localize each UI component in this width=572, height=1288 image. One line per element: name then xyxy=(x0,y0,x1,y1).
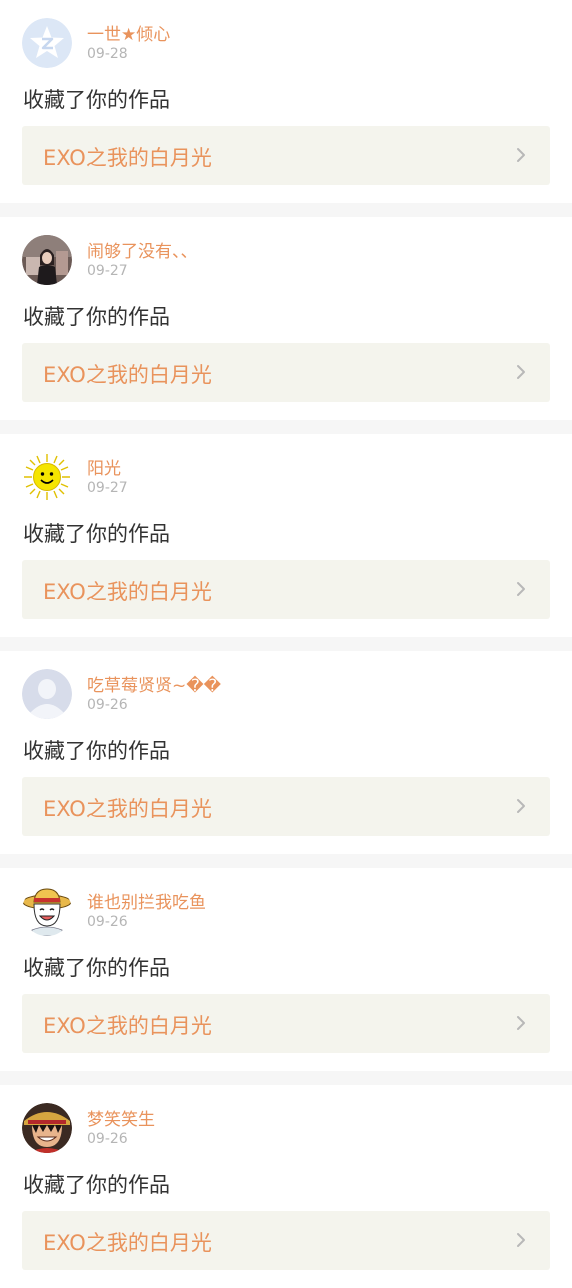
user-photo-avatar[interactable] xyxy=(22,235,72,285)
username[interactable]: 谁也别拦我吃鱼 xyxy=(87,888,206,913)
work-title: EXO之我的白月光 xyxy=(43,1231,212,1255)
qzone-star-logo-icon[interactable] xyxy=(22,18,72,68)
timestamp: 09-27 xyxy=(87,263,128,279)
notification-card: 谁也别拦我吃鱼 09-26 收藏了你的作品 EXO之我的白月光 xyxy=(0,868,572,1085)
notification-card: 吃草莓贤贤~�� 09-26 收藏了你的作品 EXO之我的白月光 xyxy=(0,651,572,868)
timestamp: 09-26 xyxy=(87,697,128,713)
work-link-card[interactable]: EXO之我的白月光 xyxy=(22,343,550,402)
username[interactable]: 闹够了没有、、 xyxy=(87,237,198,262)
straw-hat-cartoon-avatar[interactable] xyxy=(22,886,72,936)
chevron-right-icon xyxy=(512,1014,530,1032)
notification-feed: 一世★倾心 09-28 收藏了你的作品 EXO之我的白月光 闹够了没有、、 09… xyxy=(0,0,572,1288)
notification-card: 梦笑笑生 09-26 收藏了你的作品 EXO之我的白月光 xyxy=(0,1085,572,1288)
action-text: 收藏了你的作品 xyxy=(23,88,170,112)
action-text: 收藏了你的作品 xyxy=(23,739,170,763)
notification-card: 一世★倾心 09-28 收藏了你的作品 EXO之我的白月光 xyxy=(0,0,572,217)
chevron-right-icon xyxy=(512,146,530,164)
chevron-right-icon xyxy=(512,363,530,381)
username[interactable]: 吃草莓贤贤~�� xyxy=(87,671,221,696)
work-title: EXO之我的白月光 xyxy=(43,797,212,821)
username[interactable]: 一世★倾心 xyxy=(87,20,170,45)
work-title: EXO之我的白月光 xyxy=(43,363,212,387)
notification-card: 阳光 09-27 收藏了你的作品 EXO之我的白月光 xyxy=(0,434,572,651)
work-title: EXO之我的白月光 xyxy=(43,1014,212,1038)
timestamp: 09-27 xyxy=(87,480,128,496)
username[interactable]: 阳光 xyxy=(87,454,121,479)
chevron-right-icon xyxy=(512,580,530,598)
chevron-right-icon xyxy=(512,797,530,815)
work-link-card[interactable]: EXO之我的白月光 xyxy=(22,994,550,1053)
action-text: 收藏了你的作品 xyxy=(23,522,170,546)
work-link-card[interactable]: EXO之我的白月光 xyxy=(22,126,550,185)
timestamp: 09-28 xyxy=(87,46,128,62)
work-title: EXO之我的白月光 xyxy=(43,146,212,170)
timestamp: 09-26 xyxy=(87,914,128,930)
work-link-card[interactable]: EXO之我的白月光 xyxy=(22,1211,550,1270)
action-text: 收藏了你的作品 xyxy=(23,956,170,980)
chevron-right-icon xyxy=(512,1231,530,1249)
username[interactable]: 梦笑笑生 xyxy=(87,1105,155,1130)
work-link-card[interactable]: EXO之我的白月光 xyxy=(22,560,550,619)
smiling-sun-icon[interactable] xyxy=(22,452,72,502)
straw-hat-cartoon-avatar[interactable] xyxy=(22,1103,72,1153)
action-text: 收藏了你的作品 xyxy=(23,1173,170,1197)
work-title: EXO之我的白月光 xyxy=(43,580,212,604)
work-link-card[interactable]: EXO之我的白月光 xyxy=(22,777,550,836)
notification-card: 闹够了没有、、 09-27 收藏了你的作品 EXO之我的白月光 xyxy=(0,217,572,434)
timestamp: 09-26 xyxy=(87,1131,128,1147)
default-person-icon[interactable] xyxy=(22,669,72,719)
action-text: 收藏了你的作品 xyxy=(23,305,170,329)
